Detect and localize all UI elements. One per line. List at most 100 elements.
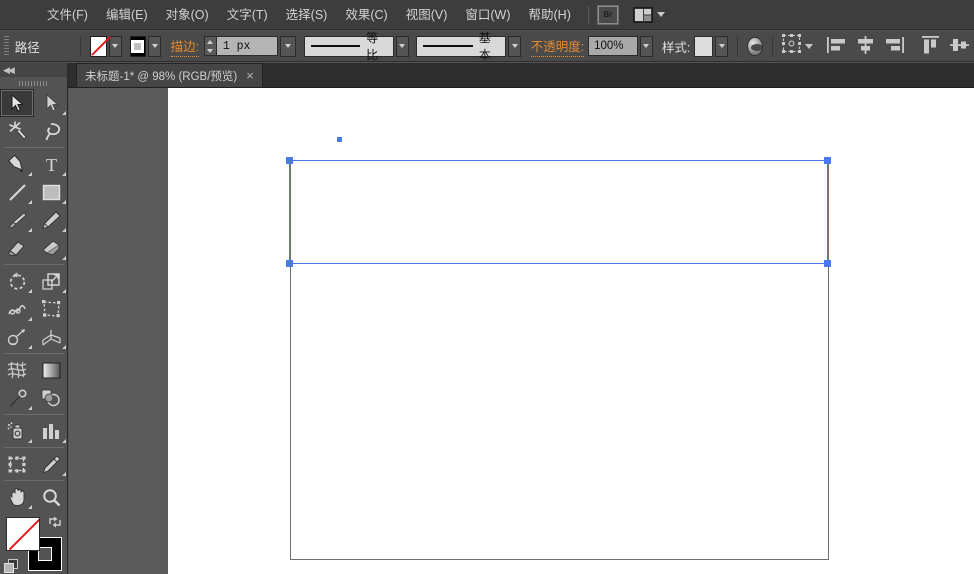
selected-path-bounding-box[interactable] — [286, 157, 831, 267]
menu-edit[interactable]: 编辑(E) — [97, 0, 157, 30]
paintbrush-tool[interactable] — [0, 206, 34, 234]
pencil-tool[interactable] — [34, 206, 68, 234]
slice-tool[interactable] — [34, 450, 68, 478]
selection-handle-bottom-left[interactable] — [286, 260, 293, 267]
chevron-down-icon — [804, 43, 813, 49]
tool-flyout-indicator[interactable] — [28, 200, 32, 204]
menu-type[interactable]: 文字(T) — [218, 0, 277, 30]
stroke-weight-stepper[interactable]: 1 px — [203, 35, 296, 57]
fill-color-box[interactable] — [6, 517, 40, 551]
menu-file[interactable]: 文件(F) — [38, 0, 97, 30]
tools-panel-grip[interactable] — [0, 77, 67, 89]
zoom-tool[interactable] — [34, 483, 68, 511]
tool-flyout-indicator[interactable] — [62, 256, 66, 260]
app-logo — [0, 0, 38, 30]
opacity-label[interactable]: 不透明度: — [530, 36, 585, 57]
tool-flyout-indicator[interactable] — [62, 111, 66, 115]
stroke-weight-spinner[interactable] — [203, 36, 216, 56]
menu-window[interactable]: 窗口(W) — [456, 0, 519, 30]
line-segment-tool[interactable] — [0, 178, 34, 206]
rotate-tool[interactable] — [0, 267, 34, 295]
tools-panel-header[interactable]: ◀◀ — [0, 63, 67, 77]
swap-fill-stroke-icon[interactable] — [48, 515, 62, 529]
align-right-icon[interactable] — [885, 36, 905, 56]
align-left-icon[interactable] — [827, 36, 846, 56]
perspective-grid-tool[interactable] — [34, 323, 68, 351]
align-center-h-icon[interactable] — [856, 36, 875, 56]
document-tab[interactable]: 未标题-1* @ 98% (RGB/预览) × — [76, 63, 263, 87]
blob-brush-tool[interactable] — [0, 234, 34, 262]
stroke-weight-label[interactable]: 描边: — [170, 36, 200, 57]
brush-definition-select[interactable]: 基本 — [416, 31, 507, 62]
brush-dropdown-button[interactable] — [508, 35, 522, 57]
width-tool[interactable] — [0, 295, 34, 323]
bridge-icon[interactable]: Br — [596, 4, 619, 25]
stroke-profile-dropdown-button[interactable] — [395, 35, 409, 57]
default-fill-stroke-icon[interactable] — [4, 559, 18, 573]
eyedropper-tool[interactable] — [0, 384, 34, 412]
tool-flyout-indicator[interactable] — [62, 172, 66, 176]
menu-object[interactable]: 对象(O) — [157, 0, 218, 30]
magic-wand-tool[interactable] — [0, 117, 34, 145]
menu-help[interactable]: 帮助(H) — [520, 0, 580, 30]
tool-flyout-indicator[interactable] — [62, 345, 66, 349]
tool-flyout-indicator[interactable] — [62, 228, 66, 232]
column-graph-tool[interactable] — [34, 417, 68, 445]
selection-tool[interactable] — [0, 89, 34, 117]
tool-flyout-indicator[interactable] — [28, 406, 32, 410]
shape-builder-tool[interactable] — [0, 323, 34, 351]
scale-tool[interactable] — [34, 267, 68, 295]
stroke-dropdown-button[interactable] — [148, 35, 162, 57]
align-top-icon[interactable] — [921, 36, 940, 56]
recolor-artwork-icon[interactable] — [747, 36, 763, 56]
stroke-swatch[interactable] — [129, 35, 147, 57]
symbol-sprayer-tool[interactable] — [0, 417, 34, 445]
artboard-tool[interactable] — [0, 450, 34, 478]
tool-flyout-indicator[interactable] — [28, 317, 32, 321]
arrange-documents-button[interactable] — [632, 6, 665, 23]
rectangle-tool[interactable] — [34, 178, 68, 206]
pen-tool[interactable] — [0, 150, 34, 178]
selection-handle-top-right[interactable] — [824, 157, 831, 164]
selection-handle-bottom-right[interactable] — [824, 260, 831, 267]
selection-handle-top-left[interactable] — [286, 157, 293, 164]
tool-flyout-indicator[interactable] — [28, 345, 32, 349]
hand-tool[interactable] — [0, 483, 34, 511]
menu-effect[interactable]: 效果(C) — [336, 0, 396, 30]
tool-divider — [4, 480, 64, 481]
blend-tool[interactable] — [34, 384, 68, 412]
stroke-weight-input[interactable]: 1 px — [215, 36, 278, 56]
tool-flyout-indicator[interactable] — [62, 289, 66, 293]
tool-flyout-indicator[interactable] — [62, 472, 66, 476]
lasso-tool[interactable] — [34, 117, 68, 145]
tool-flyout-indicator[interactable] — [28, 439, 32, 443]
menu-view[interactable]: 视图(V) — [397, 0, 457, 30]
tool-flyout-indicator[interactable] — [28, 505, 32, 509]
tool-flyout-indicator[interactable] — [28, 289, 32, 293]
tool-flyout-indicator[interactable] — [28, 228, 32, 232]
tool-flyout-indicator[interactable] — [28, 172, 32, 176]
style-dropdown-button[interactable] — [715, 35, 729, 57]
canvas-area[interactable] — [69, 88, 974, 574]
free-transform-tool[interactable] — [34, 295, 68, 323]
direct-selection-tool[interactable] — [34, 89, 68, 117]
opacity-dropdown-button[interactable] — [639, 35, 653, 57]
align-center-v-icon[interactable] — [950, 36, 970, 56]
fill-swatch[interactable] — [89, 35, 107, 57]
collapse-panel-icon[interactable]: ◀◀ — [3, 65, 15, 76]
control-bar-grip[interactable] — [4, 36, 9, 56]
stroke-weight-dropdown-button[interactable] — [279, 35, 296, 57]
style-swatch[interactable] — [694, 35, 714, 57]
fill-dropdown-button[interactable] — [108, 35, 122, 57]
gradient-tool[interactable] — [34, 356, 68, 384]
opacity-input[interactable]: 100% — [588, 36, 638, 56]
stroke-profile-select[interactable]: 等比 — [303, 31, 394, 62]
tool-flyout-indicator[interactable] — [62, 200, 66, 204]
tool-flyout-indicator[interactable] — [62, 439, 66, 443]
menu-select[interactable]: 选择(S) — [277, 0, 337, 30]
transform-button[interactable] — [781, 34, 813, 58]
eraser-tool[interactable] — [34, 234, 68, 262]
type-tool[interactable]: T — [34, 150, 68, 178]
mesh-tool[interactable] — [0, 356, 34, 384]
close-icon[interactable]: × — [246, 69, 254, 82]
